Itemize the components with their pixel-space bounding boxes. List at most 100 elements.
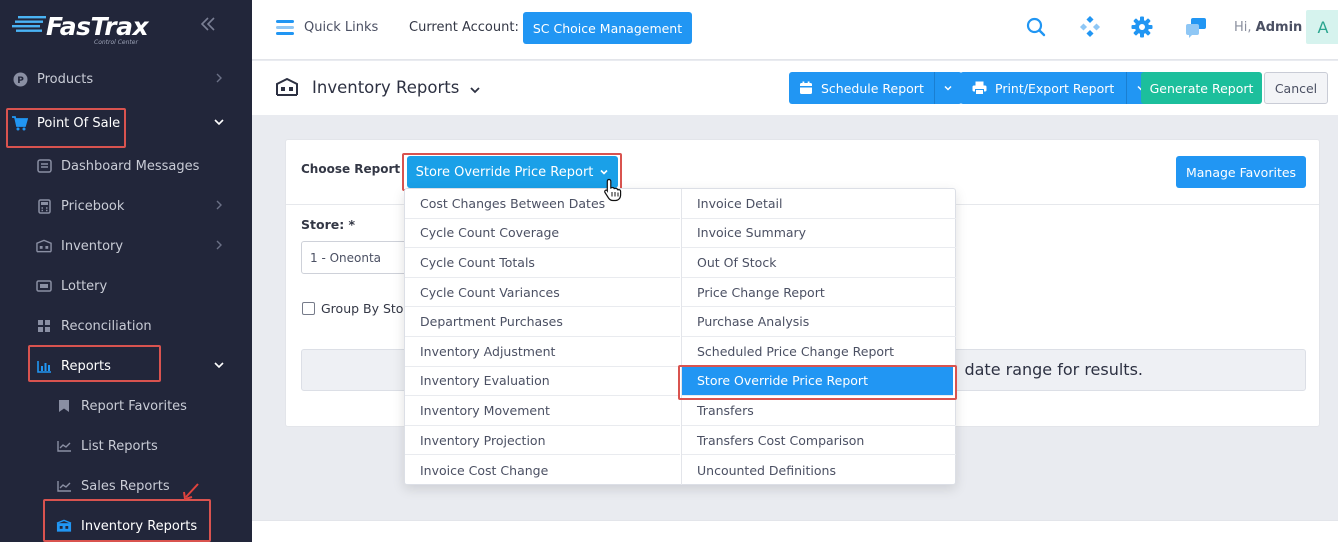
chevron-down-icon bbox=[600, 169, 608, 175]
generate-report-button[interactable]: Generate Report bbox=[1141, 72, 1262, 104]
sidebar-item-reconciliation[interactable]: Reconciliation bbox=[0, 306, 252, 346]
report-option[interactable]: Scheduled Price Change Report bbox=[682, 337, 956, 367]
printer-icon bbox=[972, 81, 987, 95]
sidebar-item-label: Reconciliation bbox=[61, 318, 152, 334]
calendar-icon bbox=[800, 81, 812, 94]
warehouse-icon bbox=[56, 518, 72, 534]
results-message-text: date range for results. bbox=[964, 360, 1143, 379]
report-option-selected[interactable]: Store Override Price Report bbox=[682, 366, 953, 397]
sidebar-item-report-favorites[interactable]: Report Favorites bbox=[0, 386, 252, 426]
group-by-store-checkbox[interactable] bbox=[302, 302, 315, 315]
cart-icon bbox=[12, 115, 28, 131]
sidebar-item-list-reports[interactable]: List Reports bbox=[0, 426, 252, 466]
sidebar-item-label: Point Of Sale bbox=[37, 115, 121, 131]
schedule-report-button[interactable]: Schedule Report bbox=[789, 72, 934, 104]
report-option[interactable]: Uncounted Definitions bbox=[682, 455, 956, 485]
manage-favorites-button[interactable]: Manage Favorites bbox=[1176, 156, 1306, 188]
report-option[interactable]: Cycle Count Variances bbox=[405, 278, 680, 308]
print-export-button[interactable]: Print/Export Report bbox=[960, 72, 1127, 104]
footer-strip bbox=[252, 520, 1338, 542]
sidebar-item-dashboard-messages[interactable]: Dashboard Messages bbox=[0, 146, 252, 186]
schedule-report-dropdown-toggle[interactable] bbox=[933, 72, 962, 104]
chevron-down-icon bbox=[214, 119, 224, 126]
greeting-text: Hi, bbox=[1234, 20, 1252, 35]
user-name: Admin bbox=[1255, 20, 1303, 35]
bookmark-icon bbox=[56, 398, 72, 414]
report-option[interactable]: Inventory Adjustment bbox=[405, 337, 680, 367]
title-chevron-down-icon[interactable] bbox=[468, 83, 482, 97]
sidebar-item-sales-reports[interactable]: Sales Reports bbox=[0, 466, 252, 506]
schedule-report-label: Schedule Report bbox=[821, 80, 924, 96]
chevron-right-icon bbox=[216, 240, 222, 250]
top-bar: Quick Links Current Account: SC Choice M… bbox=[252, 0, 1338, 60]
chevron-right-icon bbox=[216, 73, 222, 83]
sidebar-item-products[interactable]: P Products bbox=[0, 59, 252, 99]
settings-gear-icon[interactable] bbox=[1131, 16, 1153, 38]
fastrax-logo[interactable]: FasTrax Control Center bbox=[12, 10, 162, 46]
chevron-right-icon bbox=[216, 200, 222, 210]
print-export-label: Print/Export Report bbox=[995, 80, 1115, 96]
schedule-report-button-group: Schedule Report bbox=[789, 72, 962, 104]
pointer-arrow-icon bbox=[183, 483, 199, 501]
report-option[interactable]: Inventory Projection bbox=[405, 426, 680, 456]
sidebar-item-label: List Reports bbox=[81, 438, 158, 454]
sidebar-item-pricebook[interactable]: Pricebook bbox=[0, 186, 252, 226]
sidebar-item-lottery[interactable]: Lottery bbox=[0, 266, 252, 306]
user-avatar[interactable]: A bbox=[1306, 10, 1338, 44]
report-option[interactable]: Invoice Summary bbox=[682, 219, 956, 249]
chevron-down-icon bbox=[944, 85, 952, 91]
report-option[interactable]: Department Purchases bbox=[405, 307, 680, 337]
report-option[interactable]: Purchase Analysis bbox=[682, 307, 956, 337]
sidebar-item-inventory[interactable]: Inventory bbox=[0, 226, 252, 266]
store-label: Store: * bbox=[301, 217, 356, 232]
cancel-button[interactable]: Cancel bbox=[1264, 72, 1328, 104]
report-option[interactable]: Invoice Detail bbox=[682, 189, 956, 219]
report-option[interactable]: Transfers bbox=[682, 396, 956, 426]
print-export-button-group: Print/Export Report bbox=[960, 72, 1155, 104]
sidebar-item-label: Pricebook bbox=[61, 198, 125, 214]
user-greeting: Hi, Admin bbox=[1234, 20, 1302, 35]
quick-links-link[interactable]: Quick Links bbox=[304, 20, 378, 35]
sidebar-collapse-icon[interactable] bbox=[196, 15, 220, 39]
report-option[interactable]: Out Of Stock bbox=[682, 248, 956, 278]
page-title: Inventory Reports bbox=[312, 78, 460, 97]
current-account-button[interactable]: SC Choice Management bbox=[523, 12, 692, 44]
sidebar-item-point-of-sale[interactable]: Point Of Sale bbox=[0, 103, 252, 143]
sidebar-item-label: Inventory Reports bbox=[81, 518, 198, 534]
report-option[interactable]: Cycle Count Totals bbox=[405, 248, 680, 278]
choose-report-dropdown-button[interactable]: Store Override Price Report bbox=[407, 156, 618, 188]
line-chart-icon bbox=[56, 438, 72, 454]
report-option[interactable]: Cycle Count Coverage bbox=[405, 219, 680, 249]
line-chart-icon bbox=[56, 478, 72, 494]
chat-messages-icon[interactable] bbox=[1185, 16, 1207, 38]
grid-icon bbox=[36, 318, 52, 334]
sidebar-item-reports[interactable]: Reports bbox=[0, 346, 252, 386]
store-select[interactable]: 1 - Oneonta bbox=[301, 241, 411, 274]
logo-speed-lines-icon bbox=[12, 16, 46, 32]
sidebar-item-label: Dashboard Messages bbox=[61, 158, 200, 174]
report-option[interactable]: Price Change Report bbox=[682, 278, 956, 308]
warehouse-icon bbox=[36, 238, 52, 254]
brand-name: FasTrax bbox=[46, 12, 149, 41]
sidebar: FasTrax Control Center P Products Point … bbox=[0, 0, 252, 542]
report-option[interactable]: Inventory Movement bbox=[405, 396, 680, 426]
report-option[interactable]: Cost Changes Between Dates bbox=[405, 189, 680, 219]
apps-diamond-icon[interactable] bbox=[1079, 16, 1101, 38]
sidebar-item-label: Sales Reports bbox=[81, 478, 170, 494]
sidebar-item-label: Report Favorites bbox=[81, 398, 187, 414]
report-list-left: Cost Changes Between Dates Cycle Count C… bbox=[405, 189, 680, 485]
report-list-right: Invoice Detail Invoice Summary Out Of St… bbox=[681, 189, 956, 485]
search-icon[interactable] bbox=[1025, 16, 1047, 38]
report-option[interactable]: Transfers Cost Comparison bbox=[682, 426, 956, 456]
sidebar-item-label: Products bbox=[37, 71, 94, 87]
report-option[interactable]: Invoice Cost Change bbox=[405, 455, 680, 485]
report-dropdown-menu: Cost Changes Between Dates Cycle Count C… bbox=[404, 188, 957, 485]
quick-links-menu-icon[interactable] bbox=[276, 19, 294, 35]
report-option[interactable]: Inventory Evaluation bbox=[405, 367, 680, 397]
current-account-label: Current Account: bbox=[409, 20, 519, 35]
sidebar-item-inventory-reports[interactable]: Inventory Reports bbox=[0, 506, 252, 542]
brand-tagline: Control Center bbox=[94, 39, 138, 46]
sidebar-item-label: Inventory bbox=[61, 238, 124, 254]
chevron-down-icon bbox=[214, 362, 224, 369]
hand-pointer-cursor-icon bbox=[604, 178, 622, 202]
